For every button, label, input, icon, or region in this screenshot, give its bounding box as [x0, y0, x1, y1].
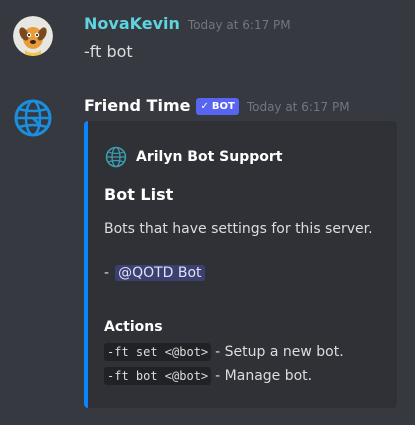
- action-row: -ft set <@bot> - Setup a new bot.: [104, 343, 344, 361]
- message-content: -ft bot: [84, 42, 133, 61]
- action-row: -ft bot <@bot> - Manage bot.: [104, 367, 312, 385]
- action-description: - Setup a new bot.: [215, 344, 344, 360]
- globe-icon: [104, 145, 128, 169]
- globe-avatar-icon[interactable]: [13, 98, 53, 138]
- dog-avatar-icon[interactable]: [13, 16, 53, 56]
- username[interactable]: Friend Time: [84, 96, 190, 115]
- username[interactable]: NovaKevin: [84, 14, 180, 33]
- embed: Arilyn Bot Support Bot List Bots that ha…: [84, 121, 397, 408]
- embed-author: Arilyn Bot Support: [104, 145, 282, 169]
- command-code: -ft bot <@bot>: [104, 367, 212, 385]
- bot-mention[interactable]: @QOTD Bot: [115, 265, 205, 281]
- timestamp: Today at 6:17 PM: [246, 100, 350, 114]
- embed-author-name: Arilyn Bot Support: [136, 149, 283, 165]
- bot-badge: ✓ BOT: [196, 98, 239, 115]
- bot-badge-label: BOT: [211, 101, 235, 112]
- embed-title: Bot List: [104, 185, 174, 204]
- command-code: -ft set <@bot>: [104, 343, 212, 361]
- message-header: Friend Time ✓ BOT Today at 6:17 PM: [84, 96, 350, 117]
- bot-list-item: - @QOTD Bot: [104, 265, 205, 281]
- embed-description: Bots that have settings for this server.: [104, 221, 373, 237]
- message-header: NovaKevin Today at 6:17 PM: [84, 14, 291, 33]
- list-prefix: -: [104, 265, 110, 281]
- action-description: - Manage bot.: [215, 368, 313, 384]
- verified-check-icon: ✓: [200, 101, 209, 112]
- actions-title: Actions: [104, 319, 163, 335]
- timestamp: Today at 6:17 PM: [187, 18, 291, 32]
